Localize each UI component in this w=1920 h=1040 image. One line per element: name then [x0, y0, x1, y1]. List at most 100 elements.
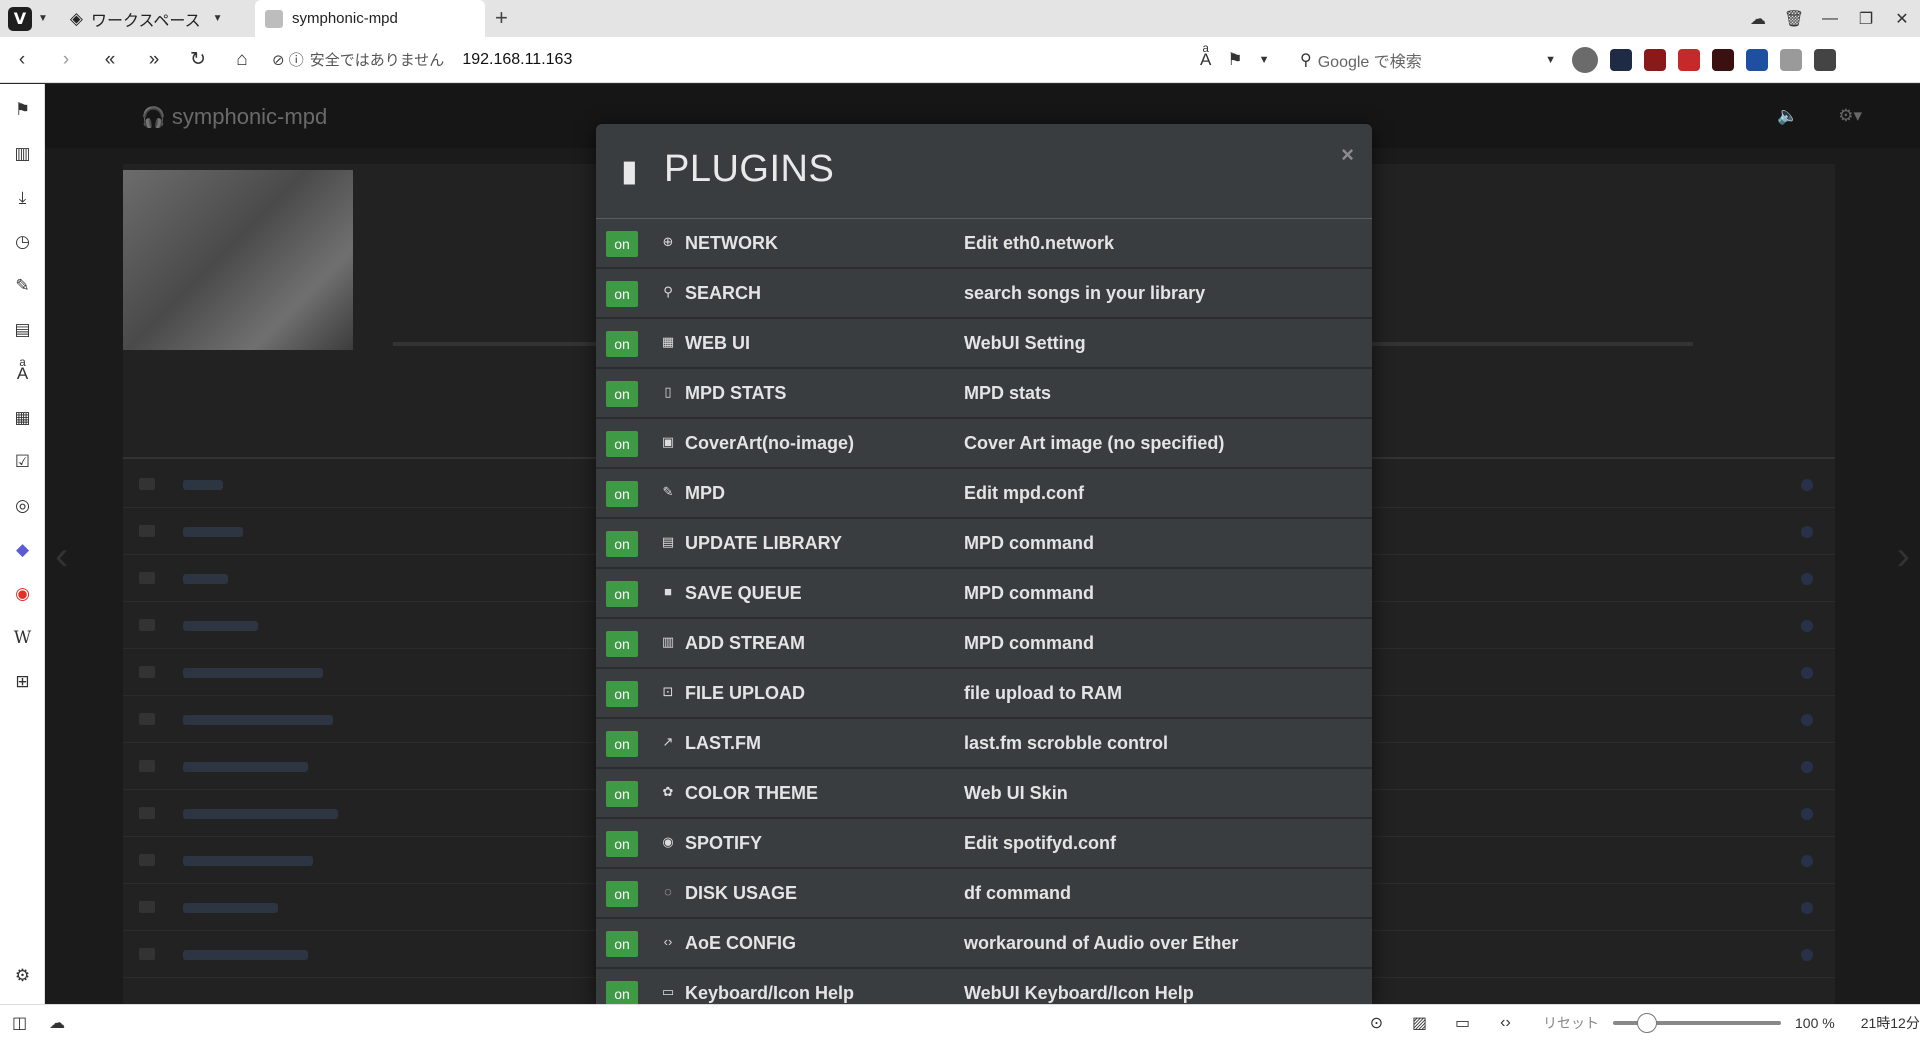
plugin-row[interactable]: on ⊕ NETWORK Edit eth0.network	[596, 219, 1372, 269]
plugin-row[interactable]: on ‹› AoE CONFIG workaround of Audio over E…	[596, 919, 1372, 969]
plugin-toggle[interactable]: on	[606, 431, 638, 457]
plugin-toggle[interactable]: on	[606, 981, 638, 1004]
plugin-toggle[interactable]: on	[606, 381, 638, 407]
add-panel-icon[interactable]: ⊞	[0, 672, 45, 692]
camera-icon[interactable]: ⊙	[1355, 1013, 1398, 1033]
vivaldi-icon[interactable]: ◉	[0, 584, 45, 604]
plugin-row[interactable]: on ✿ COLOR THEME Web UI Skin	[596, 769, 1372, 819]
bookmark-icon[interactable]: ⚑	[1227, 50, 1242, 70]
close-window-button[interactable]: ✕	[1884, 9, 1920, 29]
plugin-row[interactable]: on ▯ MPD STATS MPD stats	[596, 369, 1372, 419]
forward-button[interactable]: ›	[44, 49, 88, 71]
plugin-row[interactable]: on ↗ LAST.FM last.fm scrobble control	[596, 719, 1372, 769]
plugin-name[interactable]: ADD STREAM	[685, 633, 805, 654]
url-field[interactable]: ⊘ ⓘ 安全ではありません 192.168.11.163	[272, 49, 572, 70]
plugin-name[interactable]: UPDATE LIBRARY	[685, 533, 842, 554]
plugin-toggle[interactable]: on	[606, 631, 638, 657]
plugin-name[interactable]: NETWORK	[685, 233, 778, 254]
plugin-name[interactable]: COLOR THEME	[685, 783, 818, 804]
settings-icon[interactable]: ⚙	[0, 966, 45, 986]
plugin-toggle[interactable]: on	[606, 881, 638, 907]
plugin-row[interactable]: on ▦ WEB UI WebUI Setting	[596, 319, 1372, 369]
tiling-icon[interactable]: ▭	[1441, 1013, 1484, 1033]
plugin-name[interactable]: CoverArt(no-image)	[685, 433, 854, 454]
close-button[interactable]: ×	[1341, 142, 1354, 168]
plugin-toggle[interactable]: on	[606, 731, 638, 757]
plugin-toggle[interactable]: on	[606, 931, 638, 957]
new-tab-button[interactable]: +	[495, 5, 508, 31]
extension-red-icon[interactable]	[1678, 49, 1700, 71]
code-icon[interactable]: ‹›	[1484, 1014, 1527, 1032]
next-arrow-icon[interactable]: ›	[1897, 534, 1910, 579]
plugin-name[interactable]: MPD	[685, 483, 725, 504]
plugin-row[interactable]: on ▣ CoverArt(no-image) Cover Art image (no…	[596, 419, 1372, 469]
restore-button[interactable]: ❐	[1848, 9, 1884, 29]
plugin-toggle[interactable]: on	[606, 231, 638, 257]
profile-icon[interactable]	[1572, 47, 1598, 73]
ublock-icon[interactable]	[1644, 49, 1666, 71]
sync-cloud-icon[interactable]: ☁	[49, 1013, 65, 1033]
plugin-row[interactable]: on ▭ Keyboard/Icon Help WebUI Keyboard/Icon…	[596, 969, 1372, 1004]
downloads-icon[interactable]: ⤓	[0, 188, 45, 208]
chevron-down-icon[interactable]: ▼	[1259, 54, 1270, 66]
chevron-down-icon[interactable]: ▼	[38, 13, 48, 24]
cloud-icon[interactable]: ☁	[1740, 9, 1776, 29]
plugin-name[interactable]: Keyboard/Icon Help	[685, 983, 854, 1004]
plugin-row[interactable]: on ▤ UPDATE LIBRARY MPD command	[596, 519, 1372, 569]
rewind-button[interactable]: «	[88, 49, 132, 71]
vivaldi-menu-icon[interactable]: V	[8, 6, 32, 31]
puzzle-icon[interactable]	[1814, 49, 1836, 71]
plugin-row[interactable]: on ◉ SPOTIFY Edit spotifyd.conf	[596, 819, 1372, 869]
plugin-toggle[interactable]: on	[606, 281, 638, 307]
extension-dark-icon[interactable]	[1712, 49, 1734, 71]
browser-tab[interactable]: symphonic-mpd	[255, 0, 485, 37]
translate-icon[interactable]: Aͣ	[1200, 50, 1211, 70]
zoom-slider-knob[interactable]	[1637, 1012, 1657, 1033]
translate-panel-icon[interactable]: Aͣ	[0, 364, 45, 384]
reading-list-icon[interactable]: ▥	[0, 144, 45, 164]
back-button[interactable]: ‹	[0, 49, 44, 71]
plugin-toggle[interactable]: on	[606, 331, 638, 357]
fast-forward-button[interactable]: »	[132, 49, 176, 71]
zoom-slider[interactable]	[1613, 1012, 1781, 1033]
gear-icon[interactable]: ⚙▾	[1838, 106, 1862, 126]
plugin-toggle[interactable]: on	[606, 531, 638, 557]
prev-arrow-icon[interactable]: ‹	[55, 534, 68, 579]
search-input[interactable]: ⚲ Google で検索 ▼	[1295, 44, 1563, 76]
plugin-name[interactable]: FILE UPLOAD	[685, 683, 805, 704]
home-button[interactable]: ⌂	[220, 49, 264, 71]
plugin-row[interactable]: on ⊡ FILE UPLOAD file upload to RAM	[596, 669, 1372, 719]
plugin-row[interactable]: on ⚲ SEARCH search songs in your library	[596, 269, 1372, 319]
plugin-toggle[interactable]: on	[606, 681, 638, 707]
minimize-button[interactable]: —	[1812, 10, 1848, 28]
plugin-row[interactable]: on ■ SAVE QUEUE MPD command	[596, 569, 1372, 619]
extensions-icon[interactable]	[1610, 49, 1632, 71]
panel-toggle-icon[interactable]: ◫	[12, 1013, 27, 1033]
history-icon[interactable]: ◷	[0, 232, 45, 252]
calendar-icon[interactable]: ▦	[0, 408, 45, 428]
plugin-name[interactable]: WEB UI	[685, 333, 750, 354]
plugin-row[interactable]: on ▥ ADD STREAM MPD command	[596, 619, 1372, 669]
plugin-name[interactable]: SAVE QUEUE	[685, 583, 802, 604]
extension-blue-icon[interactable]	[1746, 49, 1768, 71]
plugin-name[interactable]: DISK USAGE	[685, 883, 797, 904]
trash-icon[interactable]: 🗑	[1776, 9, 1812, 29]
bookmarks-icon[interactable]: ⚑	[0, 100, 45, 120]
plugin-name[interactable]: MPD STATS	[685, 383, 786, 404]
mastodon-icon[interactable]: ◆	[0, 540, 45, 560]
plugin-name[interactable]: LAST.FM	[685, 733, 761, 754]
plugin-name[interactable]: SPOTIFY	[685, 833, 762, 854]
plugin-toggle[interactable]: on	[606, 831, 638, 857]
extension-gray-icon[interactable]	[1780, 49, 1802, 71]
zoom-reset-button[interactable]: リセット	[1543, 1013, 1599, 1033]
app-title[interactable]: 🎧 symphonic-mpd	[141, 104, 327, 130]
window-panel-icon[interactable]: ▤	[0, 320, 45, 340]
plugin-toggle[interactable]: on	[606, 781, 638, 807]
plugin-row[interactable]: on ◌ DISK USAGE df command	[596, 869, 1372, 919]
wikipedia-icon[interactable]: W	[0, 628, 45, 648]
reload-button[interactable]: ↻	[176, 48, 220, 71]
plugin-toggle[interactable]: on	[606, 481, 638, 507]
volume-icon[interactable]: 🔈	[1777, 106, 1798, 126]
plugin-row[interactable]: on ✎ MPD Edit mpd.conf	[596, 469, 1372, 519]
plugin-name[interactable]: AoE CONFIG	[685, 933, 796, 954]
